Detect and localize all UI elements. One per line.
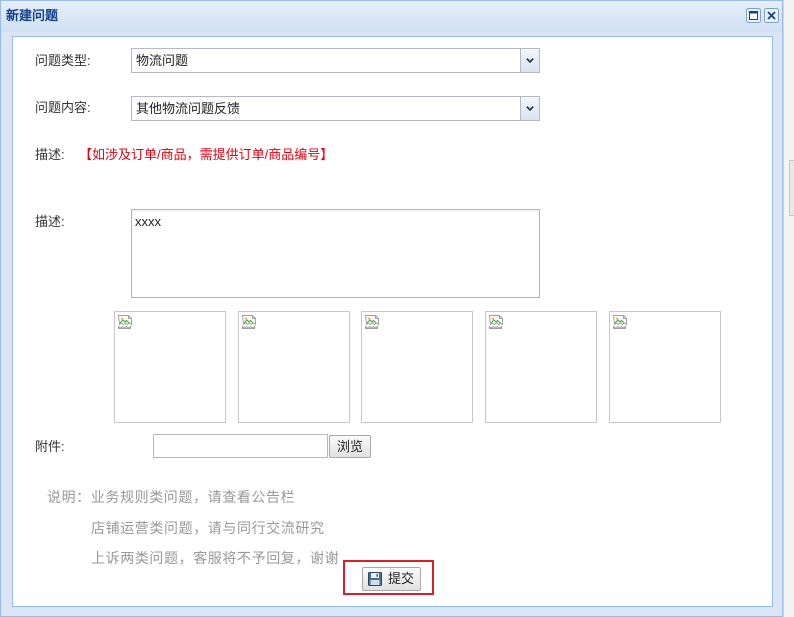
close-button[interactable]: [764, 8, 779, 23]
background-tab: [789, 160, 794, 216]
maximize-button[interactable]: [746, 8, 761, 23]
issue-type-dropdown-trigger[interactable]: [520, 49, 539, 72]
new-issue-dialog: 新建问题 问题类型: 物流问题 问题内容: 其他物流问题反馈 描述: 【如涉及订…: [0, 0, 783, 617]
issue-content-select[interactable]: 其他物流问题反馈: [131, 96, 540, 121]
chevron-down-icon: [526, 58, 534, 63]
issue-content-label: 问题内容:: [35, 100, 91, 115]
image-slot-1: [114, 311, 226, 423]
dialog-title: 新建问题: [6, 8, 59, 23]
browse-button[interactable]: 浏览: [329, 435, 371, 458]
attachment-file-field[interactable]: [153, 434, 328, 458]
issue-content-dropdown-trigger[interactable]: [520, 97, 539, 120]
chevron-down-icon: [526, 106, 534, 111]
broken-image-icon: [488, 315, 503, 329]
broken-image-icon: [117, 315, 132, 329]
issue-content-value: 其他物流问题反馈: [136, 101, 241, 116]
broken-image-icon: [241, 315, 256, 329]
background-page: [783, 0, 794, 617]
highlight-box: [343, 560, 434, 595]
description-textarea[interactable]: xxxx: [131, 209, 540, 298]
description-label: 描述:: [35, 214, 65, 229]
note-line-3: 上诉两类问题，客服将不予回复，谢谢: [91, 550, 340, 566]
broken-image-icon: [612, 315, 627, 329]
maximize-icon: [746, 8, 761, 23]
dialog-body: 问题类型: 物流问题 问题内容: 其他物流问题反馈 描述: 【如涉及订单/商品，…: [12, 36, 773, 607]
description-hint-text: 【如涉及订单/商品，需提供订单/商品编号】: [79, 147, 334, 162]
image-slot-5: [609, 311, 721, 423]
image-slot-2: [238, 311, 350, 423]
attachment-label: 附件:: [35, 439, 65, 454]
issue-type-select[interactable]: 物流问题: [131, 48, 540, 73]
description-hint-label: 描述:: [35, 147, 65, 162]
note-line-1: 说明：业务规则类问题，请查看公告栏: [47, 489, 296, 505]
close-icon: [764, 8, 779, 23]
image-slot-4: [485, 311, 597, 423]
issue-type-value: 物流问题: [136, 53, 189, 68]
image-slot-3: [361, 311, 473, 423]
broken-image-icon: [364, 315, 379, 329]
issue-type-label: 问题类型:: [35, 53, 91, 68]
dialog-titlebar[interactable]: 新建问题: [1, 1, 782, 32]
note-line-2: 店铺运营类问题，请与同行交流研究: [91, 520, 325, 536]
